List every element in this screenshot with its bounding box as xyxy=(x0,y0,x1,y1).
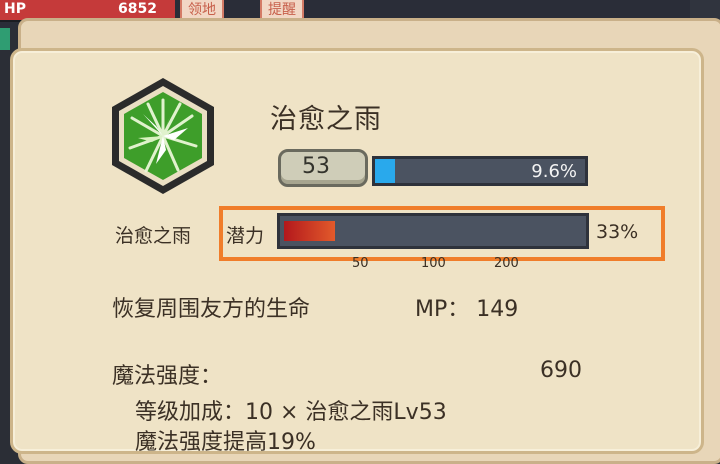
level-progress-bar: 9.6% xyxy=(372,156,588,186)
magic-strength-label: 魔法强度： xyxy=(112,364,223,389)
magic-strength-value: 690 xyxy=(540,358,582,383)
potential-progress-fill xyxy=(284,221,335,241)
mp-cost: MP： 149 xyxy=(415,291,518,323)
skill-level: 53 xyxy=(302,154,330,179)
potential-label: 潜力 xyxy=(226,225,265,247)
potential-percent: 33% xyxy=(596,221,639,243)
level-progress-fill xyxy=(375,159,395,183)
skill-level-badge: 53 xyxy=(278,149,368,187)
healing-rain-icon xyxy=(108,76,218,196)
level-bonus-line: 等级加成：10 × 治愈之雨Lv53 xyxy=(135,400,447,425)
hp-value: 6852 xyxy=(118,1,157,17)
potential-progress-bar xyxy=(277,213,589,249)
hud-green-marker xyxy=(0,28,10,50)
potential-tick-200: 200 xyxy=(494,256,519,271)
hp-label: HP xyxy=(4,1,26,17)
skill-name: 治愈之雨 xyxy=(270,104,382,135)
potential-tick-50: 50 xyxy=(352,256,369,271)
skill-description: 恢复周围友方的生命 xyxy=(112,297,311,322)
level-progress-text: 9.6% xyxy=(531,161,577,182)
mp-label: MP： xyxy=(415,297,470,322)
potential-skill-label: 治愈之雨 xyxy=(115,225,192,247)
potential-tick-100: 100 xyxy=(421,256,446,271)
mp-value: 149 xyxy=(476,297,519,322)
magic-boost-line: 魔法强度提高19% xyxy=(135,430,316,455)
